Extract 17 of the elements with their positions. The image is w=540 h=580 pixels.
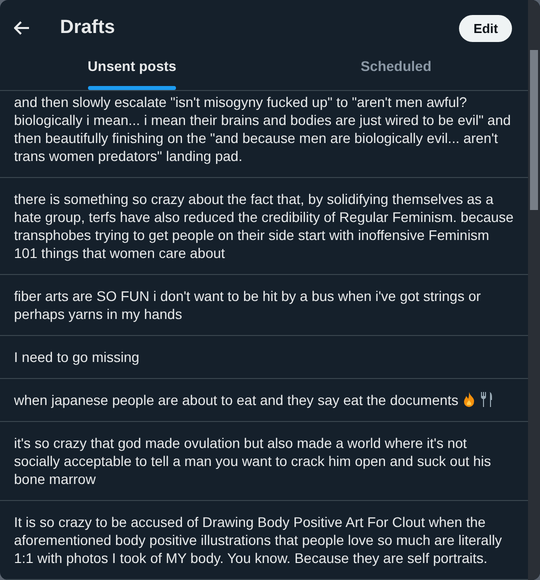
scrollbar[interactable]: [528, 0, 540, 580]
draft-text: I need to go missing: [14, 348, 140, 366]
draft-text: fiber arts are SO FUN i don't want to be hit by a bus when i've got strings or perhaps yarns in my hands: [14, 287, 482, 323]
draft-text: and then slowly escalate "isn't misogyny fucked up" to "aren't men awful? biologically i mean... i mean their brains and bodies are just wired to be evil" and then beautifully finishing on the "and because men are biologically evil... aren't trans women predators" landing pad.: [14, 93, 512, 165]
draft-item[interactable]: when japanese people are about to eat and they say eat the documents: [0, 379, 528, 422]
draft-text: when japanese people are about to eat and they say eat the documents: [14, 391, 514, 409]
tab[interactable]: Scheduled: [264, 44, 528, 90]
page-title: Drafts: [60, 17, 116, 39]
draft-text: it's so crazy that god made ovulation but also made a world where it's not socially acceptable to tell a man you want to crack him open and suck out his bone marrow: [14, 434, 492, 488]
draft-item[interactable]: I need to go missing: [0, 336, 528, 379]
back-arrow-icon[interactable]: [14, 21, 30, 35]
tab[interactable]: Unsent posts: [0, 44, 264, 90]
draft-text: It is so crazy to be accused of Drawing Body Positive Art For Clout when the aforementioned body positive illustrations that people love so much are literally 1:1 with photos I took of MY body. You know. Because they are self portraits.: [14, 513, 503, 567]
edit-button[interactable]: Edit: [459, 14, 512, 42]
fork-and-knife-icon: [480, 392, 492, 407]
draft-text: there is something so crazy about the fact that, by solidifying themselves as a hate group, terfs have also reduced the credibility of Regular Feminism. because transphobes trying to get people on their side start with inoffensive Feminism 101 things that women care about: [14, 190, 514, 262]
scrollbar-thumb[interactable]: [530, 50, 538, 210]
